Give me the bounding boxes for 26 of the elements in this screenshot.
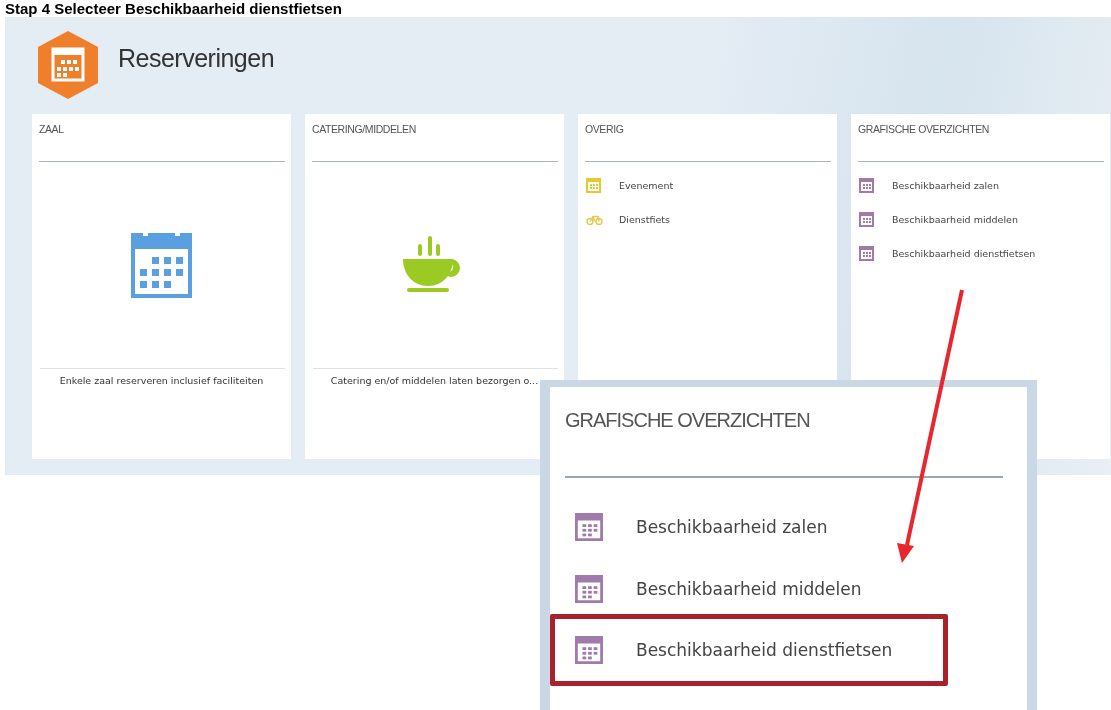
card-title: GRAFISCHE OVERZICHTEN xyxy=(857,122,991,137)
calendar-logo-icon xyxy=(36,30,100,100)
calendar-icon xyxy=(859,212,874,227)
calendar-icon xyxy=(575,636,603,664)
card-title: ZAAL xyxy=(38,122,65,137)
menu-link[interactable]: Beschikbaarheid dienstfietsen xyxy=(892,248,1036,259)
calendar-icon xyxy=(586,178,601,193)
calendar-icon xyxy=(575,513,603,541)
calendar-icon[interactable] xyxy=(131,232,192,298)
card-title: GRAFISCHE OVERZICHTEN xyxy=(564,408,811,433)
menu-item[interactable]: Beschikbaarheid zalen xyxy=(550,496,948,558)
menu-link[interactable]: Beschikbaarheid middelen xyxy=(892,214,1018,225)
card-title: OVERIG xyxy=(584,122,625,137)
menu-link[interactable]: Dienstfiets xyxy=(619,214,670,225)
calendar-icon xyxy=(859,246,874,261)
calendar-icon xyxy=(859,178,874,193)
step-heading: Stap 4 Selecteer Beschikbaarheid dienstfietsen xyxy=(4,0,343,17)
card-caption: Catering en/of middelen laten bezorgen o... xyxy=(329,374,540,386)
card-title: CATERING/MIDDELEN xyxy=(311,122,417,137)
card-caption: Enkele zaal reserveren inclusief faciliteiten xyxy=(58,374,265,386)
menu-link[interactable]: Beschikbaarheid zalen xyxy=(892,180,999,191)
menu-link[interactable]: Evenement xyxy=(619,180,674,191)
bicycle-icon xyxy=(586,214,603,225)
app-title: Reserveringen xyxy=(118,43,275,73)
calendar-icon xyxy=(575,575,603,603)
highlighted-menu-item[interactable]: Beschikbaarheid dienstfietsen xyxy=(550,614,948,686)
